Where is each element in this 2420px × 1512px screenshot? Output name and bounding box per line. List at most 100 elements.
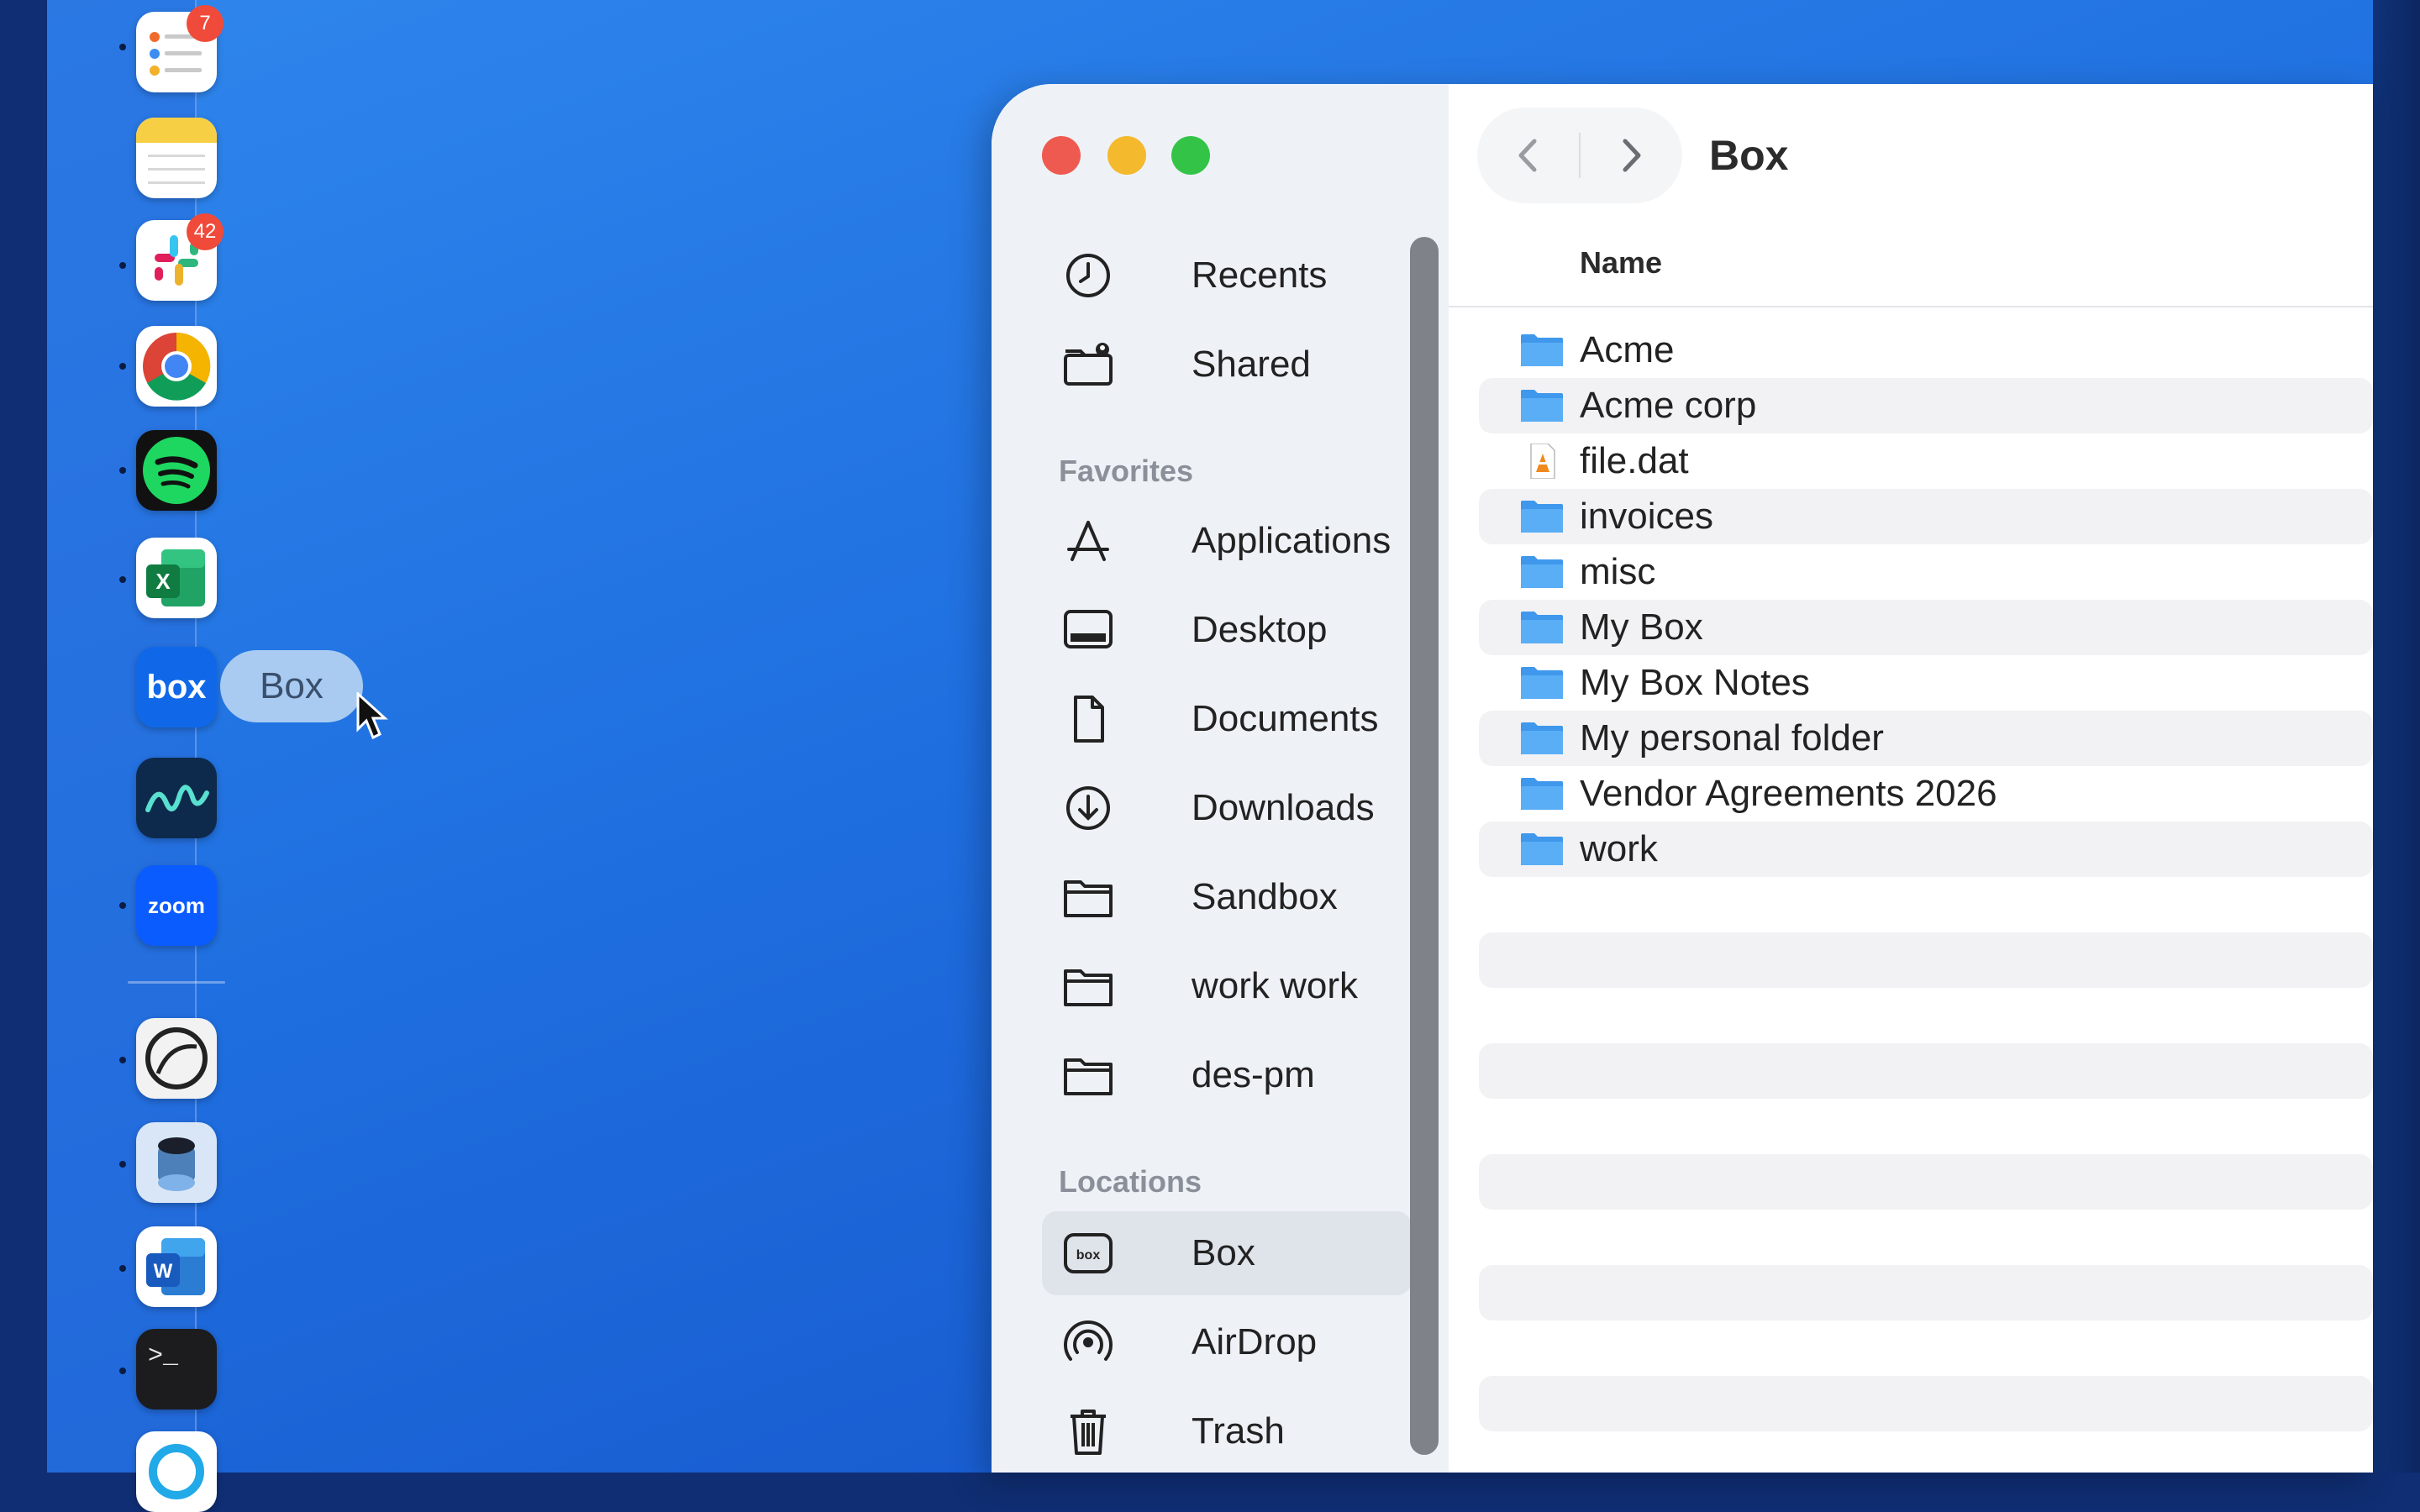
back-button[interactable] [1477,108,1580,203]
excel-icon[interactable]: X [136,538,217,618]
notification-badge: 7 [187,5,224,42]
file-row-vendor-agreements-2026[interactable]: Vendor Agreements 2026 [1479,766,2373,822]
notes-icon[interactable] [136,118,217,198]
file-name: Acme corp [1580,385,1757,426]
folder-icon [1521,334,1563,366]
sidebar-item-sandbox[interactable]: Sandbox [1042,855,1412,939]
folder-icon [1521,556,1563,588]
box-app-label: box [146,669,207,706]
navigation-controls [1477,108,1682,203]
file-row-acme-corp[interactable]: Acme corp [1479,378,2373,433]
running-indicator [119,44,126,50]
sidebar-item-work-work[interactable]: work work [1042,944,1412,1028]
file-list-pane: Box Name Acme Acme corp file.dat invoice… [1449,84,2373,1473]
empty-row-stripe [1479,1265,2373,1320]
sidebar-item-applications[interactable]: Applications [1042,499,1412,583]
sidebar-item-box[interactable]: box Box [1042,1211,1412,1295]
sidebar-item-airdrop[interactable]: AirDrop [1042,1300,1412,1384]
file-name: My Box [1580,606,1703,648]
sidebar-item-desktop[interactable]: Desktop [1042,588,1412,672]
sidebar-item-downloads[interactable]: Downloads [1042,766,1412,850]
cylinder-app-icon[interactable] [136,1122,217,1203]
sidebar-item-label: Desktop [1192,609,1328,650]
sidebar-item-label: Box [1192,1232,1255,1273]
screen-edge [2373,0,2420,1473]
favorites-header: Favorites [1059,454,1194,488]
file-name: Acme [1580,329,1675,370]
running-indicator [119,902,126,909]
applications-icon [1067,521,1109,561]
file-row-file-dat[interactable]: file.dat [1479,433,2373,489]
svg-text:W: W [154,1260,173,1283]
download-icon [1066,786,1110,830]
close-window-button[interactable] [1042,136,1081,175]
word-icon[interactable]: W [136,1226,217,1307]
running-indicator [119,1057,126,1063]
spotify-icon[interactable] [136,430,217,511]
dock: 7 42 X box zoom W >_ [47,0,225,1512]
sidebar-item-label: Documents [1192,698,1379,739]
running-indicator [119,467,126,474]
empty-row-stripe [1479,1043,2373,1099]
file-row-invoices[interactable]: invoices [1479,489,2373,544]
box-app-icon[interactable]: box [136,647,217,727]
file-row-misc[interactable]: misc [1479,544,2373,600]
zoom-icon[interactable]: zoom [136,865,217,946]
running-indicator [119,1161,126,1168]
header-divider [1449,306,2373,307]
sidebar-item-documents[interactable]: Documents [1042,677,1412,761]
empty-row-stripe [1479,1376,2373,1431]
running-indicator [119,1265,126,1272]
file-row-my-box-notes[interactable]: My Box Notes [1479,655,2373,711]
file-row-my-box[interactable]: My Box [1479,600,2373,655]
folder-icon [1521,390,1563,422]
circle-app-icon[interactable] [136,1018,217,1099]
sidebar-item-trash[interactable]: Trash [1042,1389,1412,1473]
chrome-icon[interactable] [136,326,217,407]
shared-folder-icon [1064,343,1113,386]
file-name: file.dat [1580,440,1689,481]
sidebar-scrollbar[interactable] [1410,237,1439,1455]
dock-tooltip: Box [220,650,363,722]
terminal-icon[interactable]: >_ [136,1329,217,1410]
folder-icon [1521,778,1563,810]
freeform-icon[interactable] [136,758,217,838]
sidebar-item-label: work work [1192,965,1359,1006]
folder-icon [1064,880,1113,917]
folder-icon [1521,833,1563,865]
file-row-work[interactable]: work [1479,822,2373,877]
svg-text:X: X [155,569,171,594]
sidebar-item-recents[interactable]: Recents [1042,234,1412,318]
webex-icon[interactable] [136,1431,217,1512]
trash-icon [1071,1410,1106,1455]
name-column-header[interactable]: Name [1580,245,1662,281]
clock-icon [1066,254,1110,297]
sidebar-item-label: Recents [1192,255,1328,296]
vlc-file-icon [1530,444,1555,479]
file-name: work [1580,828,1658,869]
file-row-my-personal-folder[interactable]: My personal folder [1479,711,2373,766]
maximize-window-button[interactable] [1171,136,1210,175]
minimize-window-button[interactable] [1107,136,1146,175]
file-name: invoices [1580,496,1713,537]
running-indicator [119,262,126,269]
sidebar-item-shared[interactable]: Shared [1042,323,1412,407]
finder-window: Recents Shared Favorites Applications De… [992,84,2373,1473]
running-indicator [119,576,126,583]
folder-icon [1521,667,1563,699]
file-name: Vendor Agreements 2026 [1580,773,1997,814]
forward-button[interactable] [1580,108,1682,203]
chevron-left-icon [1518,139,1537,172]
sidebar-item-label: AirDrop [1192,1321,1318,1362]
running-indicator [119,363,126,370]
sidebar-item-des-pm[interactable]: des-pm [1042,1033,1412,1117]
running-indicator [119,1368,126,1374]
document-icon [1074,696,1104,743]
folder-icon [1521,501,1563,533]
sidebar-item-label: Downloads [1192,787,1375,828]
desktop-icon [1064,610,1113,648]
sidebar-item-label: Shared [1192,344,1311,385]
sidebar-item-label: des-pm [1192,1054,1315,1095]
file-row-acme[interactable]: Acme [1479,323,2373,378]
dock-separator [128,981,225,984]
